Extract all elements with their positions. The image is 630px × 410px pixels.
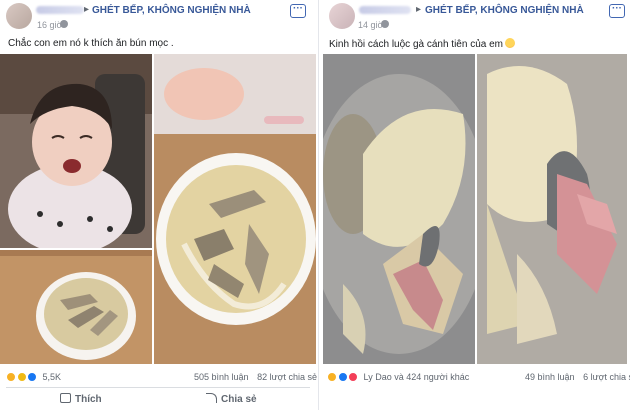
comments-count[interactable]: 505 bình luận [194, 372, 249, 382]
laughing-emoji-icon [505, 38, 515, 48]
post-header: ▸ GHÉT BẾP, KHÔNG NGHIỆN NHÀ 14 giờ ··· [319, 0, 630, 34]
photo-boiled-pigeon-left[interactable] [323, 54, 475, 364]
shares-count[interactable]: 6 lượt chia sẻ [583, 372, 630, 382]
post-caption: Kinh hồi cách luộc gà cánh tiên của em [329, 38, 515, 50]
haha-reaction-icon [327, 372, 337, 382]
photo-small-bowl[interactable] [0, 250, 152, 364]
reaction-count: 5,5K [42, 372, 62, 382]
group-arrow-icon: ▸ [416, 4, 422, 15]
post-stats: 505 bình luận 82 lượt chia sẻ [194, 372, 317, 382]
post-stats: 49 bình luận 6 lượt chia sẻ [525, 372, 630, 382]
post-caption: Chắc con em nó k thích ăn bún mọc . [8, 38, 174, 49]
post-header: ▸ GHÉT BẾP, KHÔNG NGHIỆN NHÀ 16 giờ ··· [0, 0, 316, 34]
haha-reaction-icon [6, 372, 16, 382]
like-label: Thích [75, 394, 102, 405]
group-name-link[interactable]: GHÉT BẾP, KHÔNG NGHIỆN NHÀ [92, 5, 251, 16]
like-reaction-icon [27, 372, 38, 382]
post-card: ▸ GHÉT BẾP, KHÔNG NGHIỆN NHÀ 16 giờ ··· … [0, 0, 317, 410]
group-arrow-icon: ▸ [84, 4, 90, 15]
share-label: Chia sẻ [221, 394, 257, 405]
photo-crying-child[interactable] [0, 54, 152, 248]
post-timestamp[interactable]: 16 giờ [37, 20, 62, 30]
share-button[interactable]: Chia sẻ [206, 393, 257, 405]
blurred-author-name [36, 6, 84, 14]
globe-icon [381, 20, 389, 28]
divider [6, 387, 310, 388]
share-arrow-icon [206, 393, 217, 403]
like-thumb-icon [60, 393, 71, 403]
comments-count[interactable]: 49 bình luận [525, 372, 575, 382]
group-name-link[interactable]: GHÉT BẾP, KHÔNG NGHIỆN NHÀ [425, 5, 584, 16]
blurred-author-name [359, 6, 411, 14]
caption-text: Kinh hồi cách luộc gà cánh tiên của em [329, 39, 503, 50]
sad-reaction-icon [16, 372, 27, 382]
like-reaction-icon [337, 372, 348, 382]
like-button[interactable]: Thích [60, 393, 102, 405]
reaction-count: Ly Dao và 424 người khác [363, 372, 470, 382]
reaction-summary[interactable]: 5,5K [6, 372, 61, 382]
photo-noodle-bowl[interactable] [154, 54, 316, 364]
photo-boiled-pigeon-right[interactable] [477, 54, 627, 364]
love-reaction-icon [348, 372, 359, 382]
avatar[interactable] [6, 3, 32, 29]
reaction-summary[interactable]: Ly Dao và 424 người khác [327, 372, 469, 382]
avatar[interactable] [329, 3, 355, 29]
more-options-button[interactable]: ··· [290, 4, 306, 18]
more-options-button[interactable]: ··· [609, 4, 625, 18]
post-timestamp[interactable]: 14 giờ [358, 20, 383, 30]
shares-count[interactable]: 82 lượt chia sẻ [257, 372, 317, 382]
post-card: ▸ GHÉT BẾP, KHÔNG NGHIỆN NHÀ 14 giờ ··· … [318, 0, 630, 410]
globe-icon [60, 20, 68, 28]
